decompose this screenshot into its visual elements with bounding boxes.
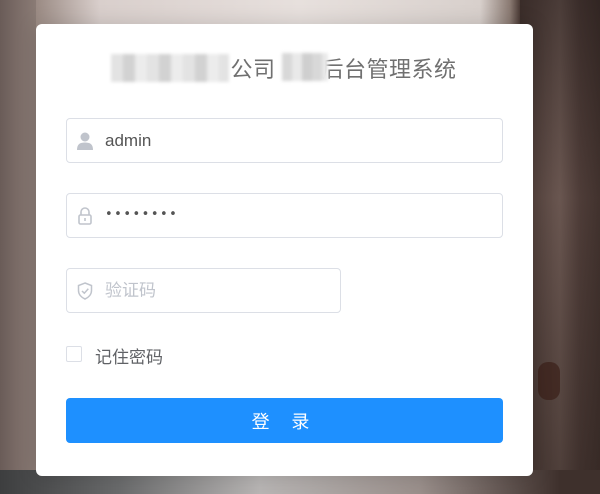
shield-icon xyxy=(77,282,93,300)
redacted-title-part xyxy=(282,53,328,81)
captcha-input[interactable] xyxy=(105,269,330,312)
login-card: 公司 后台管理系统 •••••••• 记住密码 登 录 xyxy=(36,24,533,476)
password-field[interactable]: •••••••• xyxy=(66,193,503,238)
username-field[interactable] xyxy=(66,118,503,163)
password-input[interactable]: •••••••• xyxy=(105,207,178,222)
captcha-field[interactable] xyxy=(66,268,341,313)
lock-icon xyxy=(78,207,92,225)
title-suffix: 后台管理系统 xyxy=(321,58,457,83)
background-knob xyxy=(538,362,560,400)
remember-checkbox[interactable] xyxy=(66,346,82,362)
remember-label: 记住密码 xyxy=(95,348,163,368)
username-input[interactable] xyxy=(105,119,492,162)
login-button[interactable]: 登 录 xyxy=(66,398,503,443)
title-company: 公司 xyxy=(230,58,276,83)
user-icon xyxy=(77,132,93,150)
